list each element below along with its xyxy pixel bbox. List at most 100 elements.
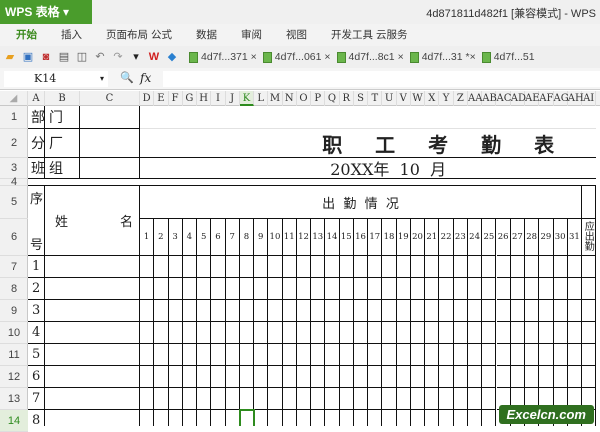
label-b[interactable]: 组 xyxy=(45,158,80,179)
attendance-cell[interactable] xyxy=(467,344,483,366)
cube-icon[interactable]: ◆ xyxy=(165,50,179,64)
sheet-subtitle[interactable]: 20XX年 10 月 xyxy=(140,158,597,179)
attendance-cell[interactable] xyxy=(410,278,426,300)
row-header-10[interactable]: 10 xyxy=(0,322,28,344)
day-header[interactable]: 25 xyxy=(482,219,497,256)
attendance-cell[interactable] xyxy=(182,388,198,410)
day-header[interactable]: 5 xyxy=(197,219,212,256)
label-a[interactable]: 部 xyxy=(28,106,45,129)
name-header[interactable]: 姓名 xyxy=(45,186,140,256)
attendance-cell[interactable] xyxy=(254,344,269,366)
attendance-cell[interactable] xyxy=(182,366,198,388)
attendance-cell[interactable] xyxy=(453,300,468,322)
column-header-AB[interactable]: AB xyxy=(482,91,497,106)
attendance-cell[interactable] xyxy=(168,256,183,278)
attendance-cell[interactable] xyxy=(197,388,212,410)
document-tab[interactable]: 4d7f...061 × xyxy=(262,51,331,63)
attendance-cell[interactable] xyxy=(382,278,397,300)
column-header-AC[interactable]: AC xyxy=(497,91,511,106)
pdf-icon[interactable]: ◙ xyxy=(39,50,53,64)
attendance-cell[interactable] xyxy=(482,278,497,300)
attendance-cell[interactable] xyxy=(396,322,411,344)
attendance-cell[interactable] xyxy=(225,388,240,410)
attendance-cell[interactable] xyxy=(525,256,540,278)
seq-number[interactable]: 1 xyxy=(28,256,45,278)
name-cell[interactable] xyxy=(45,366,140,388)
attendance-cell[interactable] xyxy=(340,410,354,426)
blank-ai5[interactable] xyxy=(582,186,597,219)
menu-3[interactable]: 公式 xyxy=(151,24,196,46)
attendance-cell[interactable] xyxy=(582,322,597,344)
label-a[interactable]: 分 xyxy=(28,129,45,158)
attendance-cell[interactable] xyxy=(425,410,440,426)
formula-input[interactable] xyxy=(163,71,600,87)
attendance-cell[interactable] xyxy=(425,300,440,322)
column-header-I[interactable]: I xyxy=(211,91,226,106)
column-header-Q[interactable]: Q xyxy=(325,91,340,106)
attendance-cell[interactable] xyxy=(211,278,226,300)
attendance-cell[interactable] xyxy=(197,344,212,366)
attendance-cell[interactable] xyxy=(311,278,326,300)
attendance-cell[interactable] xyxy=(425,388,440,410)
day-header[interactable]: 19 xyxy=(396,219,411,256)
name-cell[interactable] xyxy=(45,278,140,300)
column-header-H[interactable]: H xyxy=(197,91,212,106)
attendance-cell[interactable] xyxy=(282,322,297,344)
attendance-cell[interactable] xyxy=(553,322,568,344)
attendance-cell[interactable] xyxy=(296,278,312,300)
menu-7[interactable]: 开发工具 xyxy=(331,24,376,46)
attendance-cell[interactable] xyxy=(268,256,283,278)
attendance-cell[interactable] xyxy=(510,366,525,388)
document-tab[interactable]: 4d7f...31 *× xyxy=(409,51,476,63)
column-header-T[interactable]: T xyxy=(368,91,383,106)
attendance-cell[interactable] xyxy=(539,344,554,366)
attendance-cell[interactable] xyxy=(425,278,440,300)
attendance-cell[interactable] xyxy=(567,322,583,344)
attendance-cell[interactable] xyxy=(283,410,297,426)
name-cell[interactable] xyxy=(45,256,140,278)
day-header[interactable]: 11 xyxy=(282,219,297,256)
attendance-cell[interactable] xyxy=(211,300,226,322)
attendance-cell[interactable] xyxy=(353,322,369,344)
column-header-F[interactable]: F xyxy=(169,91,183,106)
attendance-cell[interactable] xyxy=(311,366,326,388)
column-header-D[interactable]: D xyxy=(140,91,155,106)
attendance-cell[interactable] xyxy=(140,366,155,388)
attendance-cell[interactable] xyxy=(467,278,483,300)
attendance-cell[interactable] xyxy=(296,256,312,278)
attendance-cell[interactable] xyxy=(467,322,483,344)
label-a[interactable]: 班 xyxy=(28,158,45,179)
attendance-cell[interactable] xyxy=(211,256,226,278)
column-header-N[interactable]: N xyxy=(283,91,297,106)
attendance-cell[interactable] xyxy=(482,300,497,322)
attendance-cell[interactable] xyxy=(311,322,326,344)
attendance-cell[interactable] xyxy=(354,410,369,426)
attendance-cell[interactable] xyxy=(339,388,354,410)
attendance-cell[interactable] xyxy=(410,344,426,366)
seq-number[interactable]: 3 xyxy=(28,300,45,322)
attendance-cell[interactable] xyxy=(197,300,212,322)
attendance-cell[interactable] xyxy=(353,300,369,322)
document-tab[interactable]: 4d7f...8c1 × xyxy=(336,51,404,63)
column-header-M[interactable]: M xyxy=(268,91,283,106)
attendance-cell[interactable] xyxy=(154,300,169,322)
name-box[interactable]: K14 ▾ xyxy=(4,71,108,87)
day-header[interactable]: 28 xyxy=(525,219,540,256)
attendance-cell[interactable] xyxy=(567,344,583,366)
attendance-cell[interactable] xyxy=(140,410,155,426)
attendance-cell[interactable] xyxy=(567,300,583,322)
row-header-7[interactable]: 7 xyxy=(0,256,28,278)
fx-icon[interactable]: fx xyxy=(140,71,151,85)
attendance-cell[interactable] xyxy=(468,410,483,426)
attendance-cell[interactable] xyxy=(368,278,383,300)
attendance-cell[interactable] xyxy=(268,322,283,344)
column-header-AE[interactable]: AE xyxy=(525,91,540,106)
column-header-B[interactable]: B xyxy=(45,91,80,106)
row-header-4[interactable]: 4 xyxy=(0,177,28,188)
attendance-cell[interactable] xyxy=(496,366,511,388)
attendance-cell[interactable] xyxy=(254,410,269,426)
attendance-cell[interactable] xyxy=(254,322,269,344)
attendance-cell[interactable] xyxy=(368,410,383,426)
attendance-cell[interactable] xyxy=(439,388,454,410)
day-header[interactable]: 3 xyxy=(168,219,183,256)
